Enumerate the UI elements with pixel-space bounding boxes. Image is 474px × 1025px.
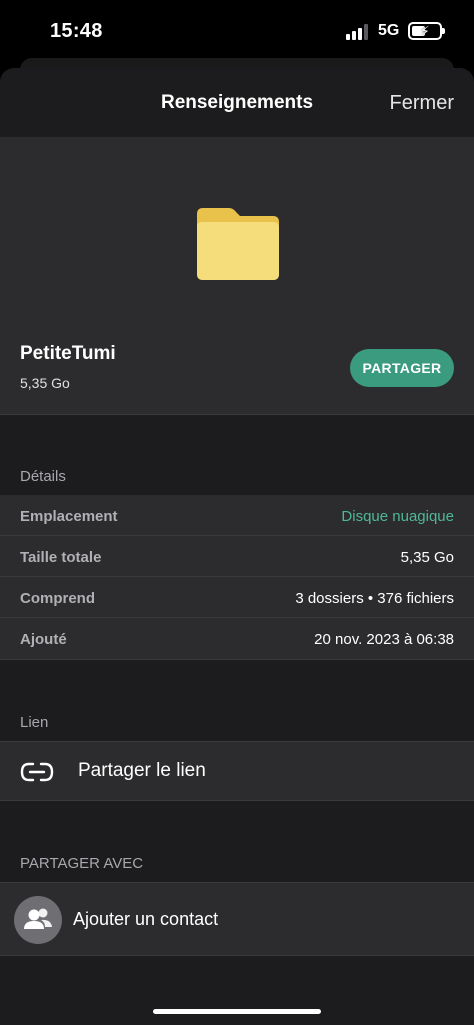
item-size: 5,35 Go xyxy=(20,375,70,391)
detail-key: Emplacement xyxy=(20,508,118,525)
close-button[interactable]: Fermer xyxy=(390,92,454,115)
link-header: Lien xyxy=(20,714,49,731)
add-contact-label: Ajouter un contact xyxy=(73,909,219,929)
info-sheet: Renseignements Fermer PetiteTumi 5,35 Go… xyxy=(0,68,474,1025)
detail-row-contents: Comprend 3 dossiers • 376 fichiers xyxy=(0,577,474,618)
detail-value: 20 nov. 2023 à 06:38 xyxy=(314,631,454,648)
share-button[interactable]: PARTAGER xyxy=(350,349,454,387)
status-time: 15:48 xyxy=(50,20,103,42)
add-contact-button[interactable]: Ajouter un contact xyxy=(0,882,474,956)
share-link-label: Partager le lien xyxy=(78,760,206,781)
location-link[interactable]: Disque nuagique xyxy=(341,508,454,525)
share-link-button[interactable]: Partager le lien xyxy=(0,741,474,801)
item-name: PetiteTumi xyxy=(20,343,116,364)
nav-bar: Renseignements Fermer xyxy=(0,68,474,138)
detail-row-added: Ajouté 20 nov. 2023 à 06:38 xyxy=(0,618,474,659)
home-indicator xyxy=(153,1009,321,1014)
item-header: PetiteTumi 5,35 Go PARTAGER xyxy=(0,137,474,415)
detail-key: Ajouté xyxy=(20,631,67,648)
details-list: Emplacement Disque nuagique Taille total… xyxy=(0,495,474,660)
network-type: 5G xyxy=(378,22,400,39)
folder-icon xyxy=(197,208,279,280)
detail-row-total-size: Taille totale 5,35 Go xyxy=(0,536,474,577)
detail-key: Comprend xyxy=(20,590,95,607)
status-bar: 15:48 5G ⚡ xyxy=(0,0,474,62)
detail-key: Taille totale xyxy=(20,549,102,566)
share-with-header: PARTAGER AVEC xyxy=(20,855,144,872)
add-contact-icon xyxy=(14,896,62,944)
detail-row-location: Emplacement Disque nuagique xyxy=(0,495,474,536)
details-header: Détails xyxy=(20,468,66,485)
detail-value: 3 dossiers • 376 fichiers xyxy=(295,590,454,607)
link-icon xyxy=(20,762,54,782)
detail-value: 5,35 Go xyxy=(400,549,454,566)
battery-charging-icon: ⚡ xyxy=(408,22,445,40)
signal-icon xyxy=(346,24,372,40)
